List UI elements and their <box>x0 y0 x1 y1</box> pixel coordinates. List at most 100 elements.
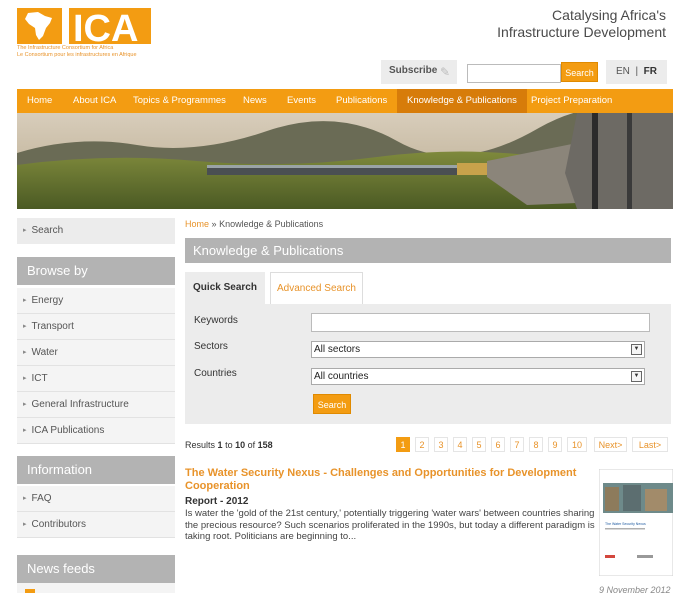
results-prefix: Results <box>185 440 216 450</box>
logo-text: ICA <box>73 8 138 44</box>
countries-selected-value: All countries <box>314 371 369 382</box>
ica-logo[interactable]: ICA <box>17 8 153 50</box>
search-submit-button[interactable]: Search <box>313 394 351 414</box>
language-switcher: EN | FR <box>606 60 667 84</box>
sidebar-item-contributors[interactable]: ▸ Contributors <box>17 512 175 538</box>
lang-separator: | <box>635 66 639 77</box>
breadcrumb-home-link[interactable]: Home <box>185 219 209 229</box>
page-link-5[interactable]: 5 <box>472 437 486 452</box>
header-search-input[interactable] <box>467 64 561 83</box>
result-meta-separator: - <box>220 496 224 507</box>
results-to: 10 <box>235 440 246 450</box>
news-feeds-heading: News feeds <box>17 555 175 583</box>
nav-item-topics[interactable]: Topics & Programmes <box>123 89 236 113</box>
lang-en-link[interactable]: EN <box>616 66 630 77</box>
news-feeds-list <box>17 583 175 593</box>
information-heading: Information <box>17 456 175 484</box>
site-tagline: Catalysing Africa's Infrastructure Devel… <box>497 7 666 41</box>
breadcrumb: Home » Knowledge & Publications <box>185 219 323 229</box>
sidebar-item-label: ICT <box>31 373 48 384</box>
page-link-1[interactable]: 1 <box>396 437 410 452</box>
result-date: 9 November 2012 <box>599 585 671 595</box>
logo-sub-en: The Infrastructure Consortium for Africa <box>17 45 114 51</box>
nav-item-project-preparation[interactable]: Project Preparation <box>521 89 622 113</box>
arrow-right-icon: ▸ <box>23 495 27 502</box>
result-thumbnail[interactable]: The Water Security Nexus <box>598 468 673 577</box>
countries-label: Countries <box>194 368 237 379</box>
next-page-link[interactable]: Next> <box>594 437 627 452</box>
sidebar-item-faq[interactable]: ▸ FAQ <box>17 486 175 512</box>
lang-fr-link[interactable]: FR <box>644 66 657 77</box>
results-to-word: to <box>225 440 233 450</box>
keywords-input[interactable] <box>311 313 650 332</box>
nav-item-news[interactable]: News <box>233 89 277 113</box>
sectors-label: Sectors <box>194 341 228 352</box>
tagline-line1: Catalysing Africa's <box>552 7 666 23</box>
chevron-down-icon: ▼ <box>631 344 642 355</box>
sidebar-item-label: Energy <box>31 295 64 306</box>
result-description: Is water the 'gold of the 21st century,'… <box>185 508 595 542</box>
results-total: 158 <box>257 440 273 450</box>
sidebar-item-general-infrastructure[interactable]: ▸ General Infrastructure <box>17 392 175 418</box>
breadcrumb-current: Knowledge & Publications <box>219 219 324 229</box>
sidebar-item-ict[interactable]: ▸ ICT <box>17 366 175 392</box>
sidebar-item-energy[interactable]: ▸ Energy <box>17 288 175 314</box>
sidebar-item-ica-publications[interactable]: ▸ ICA Publications <box>17 418 175 444</box>
header-search-button[interactable]: Search <box>561 62 598 82</box>
tab-quick-search[interactable]: Quick Search <box>185 272 265 304</box>
nav-item-publications[interactable]: Publications <box>326 89 397 113</box>
arrow-right-icon: ▸ <box>23 227 27 234</box>
subscribe-button[interactable]: Subscribe ✎ <box>381 60 457 84</box>
page-link-6[interactable]: 6 <box>491 437 505 452</box>
page-link-4[interactable]: 4 <box>453 437 467 452</box>
page-link-10[interactable]: 10 <box>567 437 587 452</box>
page-link-8[interactable]: 8 <box>529 437 543 452</box>
sidebar-item-water[interactable]: ▸ Water <box>17 340 175 366</box>
arrow-right-icon: ▸ <box>23 521 27 528</box>
sidebar-item-label: Transport <box>31 321 74 332</box>
tagline-line2: Infrastructure Development <box>497 24 666 40</box>
nav-item-about[interactable]: About ICA <box>63 89 126 113</box>
result-title-link[interactable]: The Water Security Nexus - Challenges an… <box>185 467 590 493</box>
nav-item-knowledge[interactable]: Knowledge & Publications <box>397 89 527 113</box>
thumbnail-title: The Water Security Nexus <box>605 522 646 526</box>
main-nav: Home About ICA Topics & Programmes News … <box>17 89 673 113</box>
nav-item-events[interactable]: Events <box>277 89 326 113</box>
results-of-word: of <box>247 440 256 450</box>
tab-advanced-search[interactable]: Advanced Search <box>270 272 363 304</box>
countries-select[interactable]: All countries ▼ <box>311 368 645 385</box>
pencil-icon: ✎ <box>440 65 451 79</box>
arrow-right-icon: ▸ <box>23 349 27 356</box>
arrow-right-icon: ▸ <box>23 401 27 408</box>
sidebar-search-link[interactable]: ▸ Search <box>17 218 175 244</box>
arrow-right-icon: ▸ <box>23 297 27 304</box>
page-link-7[interactable]: 7 <box>510 437 524 452</box>
result-meta: Report - 2012 <box>185 496 248 507</box>
sidebar-item-label: General Infrastructure <box>31 399 129 410</box>
arrow-right-icon: ▸ <box>23 375 27 382</box>
results-from: 1 <box>217 440 223 450</box>
last-page-link[interactable]: Last> <box>632 437 668 452</box>
subscribe-label: Subscribe <box>389 65 438 76</box>
chevron-down-icon: ▼ <box>631 371 642 382</box>
banner-image <box>17 113 673 209</box>
sectors-selected-value: All sectors <box>314 344 361 355</box>
logo-subtitle: The Infrastructure Consortium for Africa… <box>17 45 137 59</box>
results-count: Results 1 to 10 of 158 <box>185 440 273 450</box>
arrow-right-icon: ▸ <box>23 427 27 434</box>
page-link-2[interactable]: 2 <box>415 437 429 452</box>
page-title: Knowledge & Publications <box>185 238 671 263</box>
rss-icon[interactable] <box>25 589 35 593</box>
search-form: Keywords Sectors All sectors ▼ Countries… <box>185 304 671 424</box>
page-link-9[interactable]: 9 <box>548 437 562 452</box>
browse-by-heading: Browse by <box>17 257 175 285</box>
sidebar-item-label: FAQ <box>31 493 52 504</box>
nav-item-home[interactable]: Home <box>17 89 62 113</box>
arrow-right-icon: ▸ <box>23 323 27 330</box>
page-link-3[interactable]: 3 <box>434 437 448 452</box>
sidebar-item-label: ICA Publications <box>31 425 105 436</box>
result-type: Report <box>185 496 218 507</box>
sidebar-item-label: Water <box>31 347 58 358</box>
sectors-select[interactable]: All sectors ▼ <box>311 341 645 358</box>
sidebar-item-transport[interactable]: ▸ Transport <box>17 314 175 340</box>
